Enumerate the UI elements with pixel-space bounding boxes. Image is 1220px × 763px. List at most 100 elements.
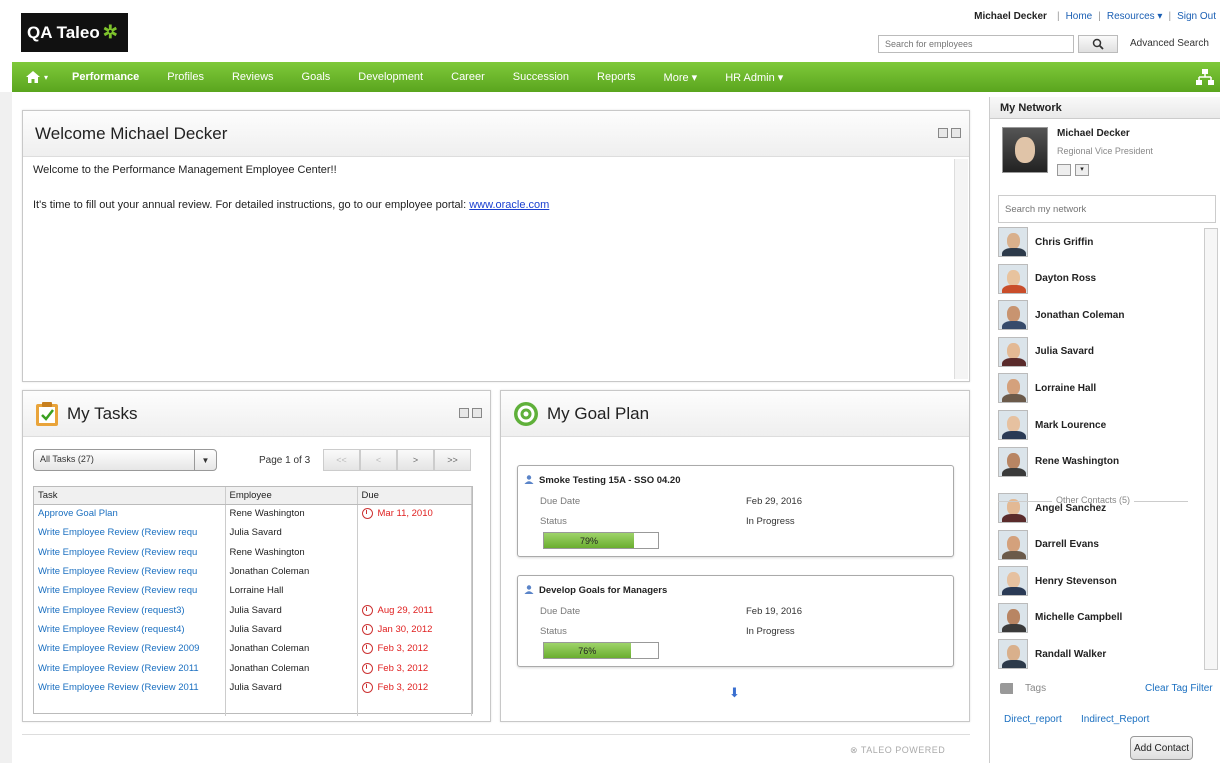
table-row[interactable]: Write Employee Review (Review 2011 Jonath… xyxy=(34,658,472,678)
task-link[interactable]: Write Employee Review (Review requ xyxy=(34,561,226,582)
nav-goals[interactable]: Goals xyxy=(288,62,345,92)
contact-name[interactable]: Dayton Ross xyxy=(1035,273,1096,284)
table-row[interactable]: Write Employee Review (Review requ Jonath… xyxy=(34,561,472,582)
contact-name[interactable]: Julia Savard xyxy=(1035,346,1094,357)
task-link[interactable]: Write Employee Review (Review requ xyxy=(34,542,226,562)
task-link[interactable]: Write Employee Review (Review 2009 xyxy=(34,639,226,659)
chevron-down-icon[interactable]: ▾ xyxy=(1075,164,1089,176)
avatar xyxy=(998,300,1028,331)
person-icon xyxy=(524,585,534,594)
task-link[interactable]: Approve Goal Plan xyxy=(34,504,226,524)
nav-hr-admin[interactable]: HR Admin ▾ xyxy=(711,62,797,92)
column-header-due[interactable]: Due xyxy=(357,487,472,505)
sign-out-link[interactable]: Sign Out xyxy=(1177,11,1216,22)
goal-name[interactable]: Smoke Testing 15A - SSO 04.20 xyxy=(524,475,681,486)
due-date: Jan 30, 2012 xyxy=(377,623,433,635)
tasks-title: My Tasks xyxy=(67,403,138,423)
indirect-report-tag[interactable]: Indirect_Report xyxy=(1081,714,1149,725)
contact-list: Chris Griffin Dayton Ross Jonathan Coleman… xyxy=(998,227,1198,672)
goal-name[interactable]: Develop Goals for Managers xyxy=(524,585,667,596)
contact-name[interactable]: Henry Stevenson xyxy=(1035,576,1117,587)
column-header-employee[interactable]: Employee xyxy=(225,487,358,505)
contact-name[interactable]: Randall Walker xyxy=(1035,649,1106,660)
task-filter-select[interactable]: All Tasks (27) ▼ xyxy=(33,449,217,471)
contact-item[interactable]: Mark Lourence xyxy=(998,410,1106,440)
network-scrollbar[interactable] xyxy=(1204,228,1218,670)
contact-name[interactable]: Rene Washington xyxy=(1035,456,1119,467)
contact-item[interactable]: Dayton Ross xyxy=(998,263,1096,294)
contact-name[interactable]: Mark Lourence xyxy=(1035,420,1106,431)
nav-performance[interactable]: Performance xyxy=(58,62,153,92)
next-page-button[interactable]: > xyxy=(397,449,434,471)
network-search-input[interactable] xyxy=(998,195,1216,223)
minimize-icon[interactable] xyxy=(938,128,948,138)
advanced-search-link[interactable]: Advanced Search xyxy=(1130,38,1209,49)
app-logo[interactable]: QA Taleo ✲ xyxy=(21,13,128,52)
maximize-icon[interactable] xyxy=(472,408,482,418)
task-link[interactable]: Write Employee Review (Review requ xyxy=(34,523,226,543)
task-link[interactable]: Write Employee Review (Review requ xyxy=(34,581,226,601)
task-link[interactable]: Write Employee Review (request3) xyxy=(34,600,226,620)
nav-succession[interactable]: Succession xyxy=(499,62,583,92)
nav-home[interactable]: ▾ xyxy=(12,62,58,92)
contact-item[interactable]: Chris Griffin xyxy=(998,227,1093,257)
contact-name[interactable]: Michelle Campbell xyxy=(1035,612,1122,623)
contact-name[interactable]: Chris Griffin xyxy=(1035,237,1093,248)
prev-page-button[interactable]: < xyxy=(360,449,397,471)
table-row[interactable]: Write Employee Review (request3) Julia Sa… xyxy=(34,600,472,620)
contact-item[interactable]: Jonathan Coleman xyxy=(998,300,1124,331)
status-value: In Progress xyxy=(746,516,795,527)
avatar[interactable] xyxy=(1002,127,1048,173)
nav-career[interactable]: Career xyxy=(437,62,499,92)
contact-item[interactable]: Lorraine Hall xyxy=(998,373,1096,404)
task-link[interactable]: Write Employee Review (Review 2011 xyxy=(34,658,226,678)
employee-cell: Julia Savard xyxy=(225,600,358,620)
nav-profiles[interactable]: Profiles xyxy=(153,62,218,92)
first-page-button[interactable]: << xyxy=(323,449,360,471)
goal-card[interactable]: Develop Goals for Managers Due Date Feb … xyxy=(517,575,954,667)
due-date: Feb 3, 2012 xyxy=(377,643,429,655)
clear-tag-filter-link[interactable]: Clear Tag Filter xyxy=(1145,683,1213,694)
resources-menu[interactable]: Resources ▾ xyxy=(1107,11,1163,22)
contact-name[interactable]: Jonathan Coleman xyxy=(1035,310,1124,321)
portal-link[interactable]: www.oracle.com xyxy=(469,199,549,211)
table-row[interactable]: Write Employee Review (Review requ Rene W… xyxy=(34,542,472,562)
nav-development[interactable]: Development xyxy=(344,62,437,92)
search-button[interactable] xyxy=(1078,35,1118,53)
contact-item[interactable]: Michelle Campbell xyxy=(998,602,1122,633)
nav-reviews[interactable]: Reviews xyxy=(218,62,288,92)
progress-bar: 79% xyxy=(543,532,659,549)
contact-item[interactable]: Darrell Evans xyxy=(998,529,1099,560)
goal-card[interactable]: Smoke Testing 15A - SSO 04.20 Due Date F… xyxy=(517,465,954,557)
last-page-button[interactable]: >> xyxy=(434,449,471,471)
task-link[interactable]: Write Employee Review (request4) xyxy=(34,619,226,640)
column-header-task[interactable]: Task xyxy=(34,487,226,505)
arrow-down-icon[interactable]: ⬇ xyxy=(729,685,740,701)
chevron-down-icon: ▼ xyxy=(194,450,216,470)
nav-reports[interactable]: Reports xyxy=(583,62,650,92)
contact-name[interactable]: Darrell Evans xyxy=(1035,539,1099,550)
employee-search-input[interactable] xyxy=(878,35,1074,53)
contact-item[interactable]: Rene Washington xyxy=(998,446,1119,477)
card-icon[interactable] xyxy=(1057,164,1071,176)
add-contact-button[interactable]: Add Contact xyxy=(1130,736,1193,760)
maximize-icon[interactable] xyxy=(951,128,961,138)
contact-item[interactable]: Henry Stevenson xyxy=(998,566,1117,597)
org-chart-icon[interactable] xyxy=(1196,69,1214,85)
direct-report-tag[interactable]: Direct_report xyxy=(1004,714,1062,725)
due-date: Mar 11, 2010 xyxy=(377,508,433,520)
table-row[interactable]: Write Employee Review (request4) Julia Sa… xyxy=(34,619,472,640)
nav-more[interactable]: More ▾ xyxy=(650,62,712,92)
minimize-icon[interactable] xyxy=(459,408,469,418)
contact-item[interactable]: Randall Walker xyxy=(998,639,1106,670)
table-row[interactable]: Write Employee Review (Review requ Julia … xyxy=(34,523,472,543)
contact-item[interactable]: Julia Savard xyxy=(998,336,1094,367)
contact-name[interactable]: Lorraine Hall xyxy=(1035,383,1096,394)
table-row[interactable]: Write Employee Review (Review 2011 Julia … xyxy=(34,677,472,697)
welcome-scrollbar[interactable] xyxy=(954,159,968,379)
home-link[interactable]: Home xyxy=(1066,11,1093,22)
table-row[interactable]: Write Employee Review (Review 2009 Jonath… xyxy=(34,639,472,659)
table-row[interactable]: Approve Goal Plan Rene Washington Mar 11, … xyxy=(34,504,472,524)
table-row[interactable]: Write Employee Review (Review requ Lorrai… xyxy=(34,581,472,601)
task-link[interactable]: Write Employee Review (Review 2011 xyxy=(34,677,226,697)
